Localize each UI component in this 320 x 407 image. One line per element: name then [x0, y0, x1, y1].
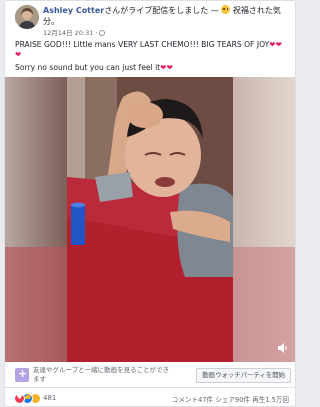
heart-emoji-icon: ❤ — [15, 50, 22, 59]
post-text: PRAISE GOD!!! Little mans VERY LAST CHEM… — [15, 40, 270, 49]
comments-count[interactable]: コメント47件 — [172, 396, 213, 404]
blessed-face-icon — [221, 5, 231, 14]
post-text-sub: Sorry no sound but you can just feel it — [15, 63, 161, 72]
post-text-line2: Sorry no sound but you can just feel it ❤… — [15, 63, 291, 72]
post-header: Ashley Cotterさんがライブ配信をしました — 祝福された気分。 12… — [15, 5, 287, 37]
volume-icon[interactable] — [277, 342, 289, 354]
love-reaction-icon — [14, 392, 25, 404]
avatar[interactable] — [15, 5, 39, 29]
reaction-count[interactable]: 481 — [43, 394, 56, 402]
reactions-bar: 481 コメント47件 シェア90件 再生1.5万回 — [5, 389, 295, 406]
post-meta: 12月14日 20:31 · — [43, 27, 106, 37]
views-count: 再生1.5万回 — [252, 396, 289, 404]
timestamp[interactable]: 12月14日 20:31 · — [43, 29, 97, 37]
author-name[interactable]: Ashley Cotter — [43, 6, 104, 15]
shares-count[interactable]: シェア90件 — [215, 396, 250, 404]
watch-party-bar: 友達やグループと一緒に動画を見ることができます 動画ウォッチパーティを開始 — [5, 362, 295, 388]
live-action-text: さんがライブ配信をしました — — [104, 6, 222, 15]
watch-party-icon — [15, 367, 29, 382]
globe-icon — [99, 30, 106, 36]
video-player[interactable] — [5, 77, 295, 362]
watch-party-description: 友達やグループと一緒に動画を見ることができます — [33, 366, 170, 383]
header-text: Ashley Cotterさんがライブ配信をしました — 祝福された気分。 — [43, 5, 287, 27]
start-watch-party-button[interactable]: 動画ウォッチパーティを開始 — [196, 368, 291, 383]
heart-emoji-icon: ❤ — [275, 40, 282, 49]
heart-emoji-icon: ❤ — [166, 63, 173, 72]
post-card: Ashley Cotterさんがライブ配信をしました — 祝福された気分。 12… — [4, 0, 296, 407]
post-stats: コメント47件 シェア90件 再生1.5万回 — [172, 394, 289, 404]
post-text-line1: PRAISE GOD!!! Little mans VERY LAST CHEM… — [15, 40, 291, 60]
